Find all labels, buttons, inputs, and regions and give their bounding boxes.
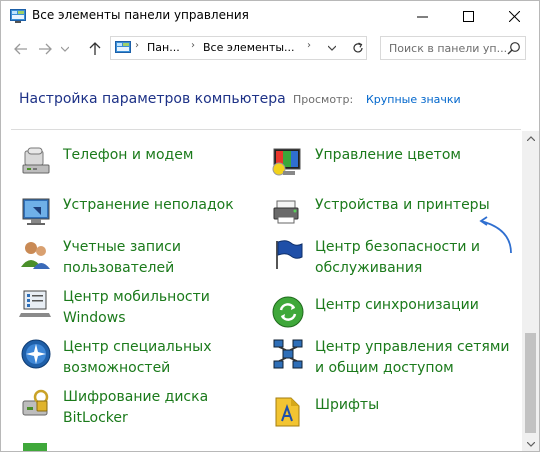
scroll-down-button[interactable]: [522, 437, 539, 451]
close-icon: [508, 10, 520, 22]
chevron-up-icon: [526, 135, 535, 141]
control-panel-window: Все элементы панели управления › Пан... …: [0, 0, 540, 452]
chevron-down-icon: [61, 46, 69, 52]
item-label: Центр специальных возможностей: [63, 339, 212, 376]
bitlocker-icon: [22, 389, 49, 416]
item-label: Центр управления сетями и общим доступом: [315, 339, 510, 376]
title-bar[interactable]: Все элементы панели управления: [1, 1, 539, 31]
search-box[interactable]: Поиск в панели уп...: [380, 36, 526, 60]
item-label: Центр мобильности Windows: [63, 289, 210, 326]
control-panel-icon: [10, 9, 26, 23]
scrollbar-thumb[interactable]: [525, 333, 536, 433]
chevron-down-icon: [526, 441, 535, 447]
breadcrumb-separator-icon: ›: [307, 40, 311, 51]
item-sync-center[interactable]: Центр синхронизации: [271, 295, 511, 329]
network-center-icon: [273, 339, 303, 369]
devices-printers-icon: [273, 200, 299, 224]
item-label: Учетные записи пользователей: [63, 239, 181, 276]
view-by-dropdown[interactable]: Крупные значки: [366, 93, 461, 106]
user-accounts-icon: [21, 242, 50, 269]
recent-locations-button[interactable]: [59, 39, 71, 59]
back-arrow-icon: [14, 43, 27, 55]
item-label: Центр безопасности и обслуживания: [315, 239, 481, 276]
ease-of-access-icon: [21, 339, 51, 369]
address-history-button[interactable]: [323, 39, 341, 57]
fonts-icon: [275, 397, 300, 427]
item-label: Центр синхронизации: [315, 297, 479, 313]
refresh-icon: [353, 42, 363, 53]
maximize-button[interactable]: [445, 1, 491, 31]
item-color-management[interactable]: Управление цветом: [271, 145, 511, 179]
troubleshooting-icon: [22, 198, 50, 225]
item-label: Телефон и модем: [63, 147, 194, 163]
item-fonts[interactable]: Шрифты: [271, 395, 511, 429]
search-icon: [507, 42, 520, 55]
page-title: Настройка параметров компьютера: [19, 91, 286, 107]
breadcrumb-control-panel[interactable]: Пан...: [147, 41, 180, 54]
header-divider: [11, 129, 521, 130]
item-network-center[interactable]: Центр управления сетями и общим доступом: [271, 337, 511, 379]
forward-button[interactable]: [35, 39, 55, 59]
up-button[interactable]: [85, 39, 105, 59]
item-label: Шрифты: [315, 397, 380, 413]
item-label: Устранение неполадок: [63, 197, 234, 213]
item-ease-of-access[interactable]: Центр специальных возможностей: [19, 337, 259, 379]
maximize-icon: [462, 10, 474, 22]
item-phone-modem[interactable]: Телефон и модем: [19, 145, 259, 179]
sync-center-icon: [272, 296, 304, 328]
item-bitlocker[interactable]: Шифрование диска BitLocker: [19, 387, 259, 429]
back-button[interactable]: [11, 39, 31, 59]
item-label: Управление цветом: [315, 147, 461, 163]
minimize-icon: [416, 16, 428, 17]
security-maintenance-icon: [276, 240, 303, 269]
refresh-button[interactable]: [349, 39, 367, 57]
annotation-arrow-icon: [479, 216, 512, 254]
item-label: Шифрование диска BitLocker: [63, 389, 209, 426]
next-item-icon: [23, 443, 47, 451]
scroll-up-button[interactable]: [522, 131, 539, 145]
forward-arrow-icon: [39, 43, 52, 55]
item-label: Устройства и принтеры: [315, 197, 490, 213]
breadcrumb-separator-icon: ›: [135, 40, 139, 51]
mobility-center-icon: [19, 290, 51, 317]
up-arrow-icon: [89, 42, 101, 55]
control-panel-icon: [115, 41, 131, 53]
phone-modem-icon: [22, 147, 50, 174]
breadcrumb-separator-icon: ›: [191, 40, 195, 51]
view-by-label: Просмотр:: [293, 93, 354, 106]
item-user-accounts[interactable]: Учетные записи пользователей: [19, 237, 259, 279]
window-title: Все элементы панели управления: [32, 8, 249, 22]
minimize-button[interactable]: [399, 1, 445, 31]
color-management-icon: [272, 148, 301, 176]
item-troubleshooting[interactable]: Устранение неполадок: [19, 195, 259, 229]
search-placeholder: Поиск в панели уп...: [389, 42, 508, 55]
close-button[interactable]: [491, 1, 537, 31]
item-mobility-center[interactable]: Центр мобильности Windows: [19, 287, 259, 329]
chevron-down-icon: [328, 45, 336, 51]
breadcrumb-all-items[interactable]: Все элементы...: [203, 41, 295, 54]
